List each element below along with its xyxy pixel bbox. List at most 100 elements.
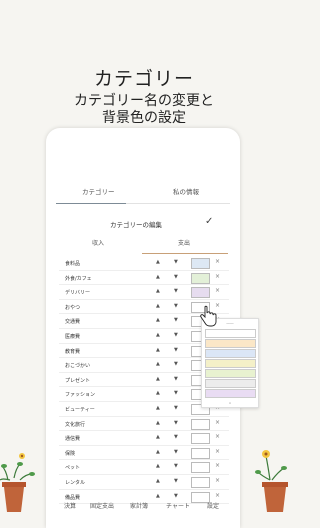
move-up-icon[interactable]: ▲	[156, 376, 160, 382]
move-up-icon[interactable]: ▲	[156, 449, 160, 455]
move-down-icon[interactable]: ▼	[174, 463, 178, 469]
category-name[interactable]: デリバリー	[65, 289, 90, 296]
category-name[interactable]: ビューティー	[65, 406, 95, 413]
move-down-icon[interactable]: ▼	[174, 317, 178, 323]
move-down-icon[interactable]: ▼	[174, 361, 178, 367]
check-icon[interactable]: ✓	[205, 216, 213, 227]
move-up-icon[interactable]: ▲	[156, 434, 160, 440]
move-down-icon[interactable]: ▼	[174, 274, 178, 280]
move-up-icon[interactable]: ▲	[156, 259, 160, 265]
move-up-icon[interactable]: ▲	[156, 361, 160, 367]
move-up-icon[interactable]: ▲	[156, 274, 160, 280]
category-name[interactable]: 保険	[65, 450, 75, 457]
color-swatch[interactable]	[191, 476, 210, 488]
palette-color-option[interactable]	[205, 339, 256, 348]
delete-icon[interactable]: ×	[215, 477, 220, 484]
delete-icon[interactable]: ×	[215, 273, 220, 280]
color-palette-popup: ──── ×	[201, 318, 259, 408]
move-down-icon[interactable]: ▼	[174, 288, 178, 294]
delete-icon[interactable]: ×	[215, 433, 220, 440]
headline-subtitle-2: 背景色の設定	[102, 110, 186, 126]
category-name[interactable]: 外食/カフェ	[65, 275, 92, 282]
color-swatch[interactable]	[191, 447, 210, 459]
expense-tab-indicator	[142, 253, 228, 254]
category-row: 文化旅行 ▲ ▼ ×	[59, 417, 229, 432]
delete-icon[interactable]: ×	[215, 419, 220, 426]
tab-divider	[126, 203, 230, 204]
tab-expense[interactable]: 支出	[178, 238, 190, 247]
tab-income[interactable]: 収入	[92, 238, 104, 247]
palette-close-icon[interactable]: ×	[202, 401, 258, 405]
nav-fixed-expense[interactable]: 固定支出	[90, 501, 114, 510]
move-down-icon[interactable]: ▼	[174, 420, 178, 426]
move-down-icon[interactable]: ▼	[174, 347, 178, 353]
palette-color-option[interactable]	[205, 369, 256, 378]
category-row: レンタル ▲ ▼ ×	[59, 475, 229, 490]
category-name[interactable]: プレゼント	[65, 377, 90, 384]
category-name[interactable]: 食料品	[65, 260, 80, 267]
move-up-icon[interactable]: ▲	[156, 478, 160, 484]
move-down-icon[interactable]: ▼	[174, 449, 178, 455]
color-swatch[interactable]	[191, 462, 210, 474]
move-down-icon[interactable]: ▼	[174, 303, 178, 309]
nav-chart[interactable]: チャート	[166, 501, 190, 510]
color-swatch[interactable]	[191, 258, 210, 269]
move-up-icon[interactable]: ▲	[156, 390, 160, 396]
move-down-icon[interactable]: ▼	[174, 332, 178, 338]
palette-color-option[interactable]	[205, 389, 256, 398]
delete-icon[interactable]: ×	[215, 287, 220, 294]
bottom-nav: 決算 固定支出 家計簿 チャート 設定	[46, 496, 240, 512]
move-down-icon[interactable]: ▼	[174, 376, 178, 382]
category-row: デリバリー ▲ ▼ ×	[59, 285, 229, 300]
category-row: 食料品 ▲ ▼ ×	[59, 256, 229, 271]
delete-icon[interactable]: ×	[215, 448, 220, 455]
move-up-icon[interactable]: ▲	[156, 303, 160, 309]
move-down-icon[interactable]: ▼	[174, 405, 178, 411]
main-tabs: カテゴリー 私の情報	[56, 186, 230, 204]
nav-household-book[interactable]: 家計簿	[130, 501, 148, 510]
delete-icon[interactable]: ×	[215, 258, 220, 265]
color-swatch[interactable]	[191, 272, 210, 284]
color-swatch[interactable]	[191, 287, 210, 299]
category-name[interactable]: ファッション	[65, 391, 95, 398]
palette-color-option[interactable]	[205, 349, 256, 358]
category-edit-title: カテゴリーの編集	[110, 221, 162, 229]
category-name[interactable]: ペット	[65, 464, 80, 471]
move-down-icon[interactable]: ▼	[174, 259, 178, 265]
move-up-icon[interactable]: ▲	[156, 288, 160, 294]
palette-color-option[interactable]	[205, 329, 256, 338]
headline-title: カテゴリー	[93, 68, 194, 90]
active-tab-indicator	[56, 203, 126, 204]
move-down-icon[interactable]: ▼	[174, 390, 178, 396]
tab-my-info[interactable]: 私の情報	[173, 186, 199, 196]
move-up-icon[interactable]: ▲	[156, 463, 160, 469]
tab-category[interactable]: カテゴリー	[82, 186, 115, 196]
category-name[interactable]: 交通費	[65, 318, 80, 325]
category-row: 外食/カフェ ▲ ▼ ×	[59, 271, 229, 286]
color-swatch[interactable]	[191, 433, 210, 445]
move-down-icon[interactable]: ▼	[174, 434, 178, 440]
delete-icon[interactable]: ×	[215, 462, 220, 469]
move-up-icon[interactable]: ▲	[156, 332, 160, 338]
category-row: 保険 ▲ ▼ ×	[59, 446, 229, 461]
category-name[interactable]: おやつ	[65, 304, 80, 311]
nav-settings[interactable]: 設定	[207, 501, 219, 510]
move-down-icon[interactable]: ▼	[174, 478, 178, 484]
palette-color-option[interactable]	[205, 359, 256, 368]
move-up-icon[interactable]: ▲	[156, 317, 160, 323]
palette-color-option[interactable]	[205, 379, 256, 388]
move-up-icon[interactable]: ▲	[156, 405, 160, 411]
category-name[interactable]: レンタル	[65, 479, 85, 486]
move-up-icon[interactable]: ▲	[156, 347, 160, 353]
category-name[interactable]: 教育費	[65, 348, 80, 355]
nav-settlement[interactable]: 決算	[64, 501, 76, 510]
color-swatch[interactable]	[191, 418, 210, 430]
move-up-icon[interactable]: ▲	[156, 420, 160, 426]
category-name[interactable]: 医療費	[65, 333, 80, 340]
category-name[interactable]: 文化旅行	[65, 421, 85, 428]
category-name[interactable]: 通信費	[65, 435, 80, 442]
sub-tabs: 収入 支出	[56, 238, 230, 254]
category-name[interactable]: おこづかい	[65, 362, 90, 369]
category-row: 通信費 ▲ ▼ ×	[59, 431, 229, 446]
right-plant-icon	[255, 450, 288, 512]
